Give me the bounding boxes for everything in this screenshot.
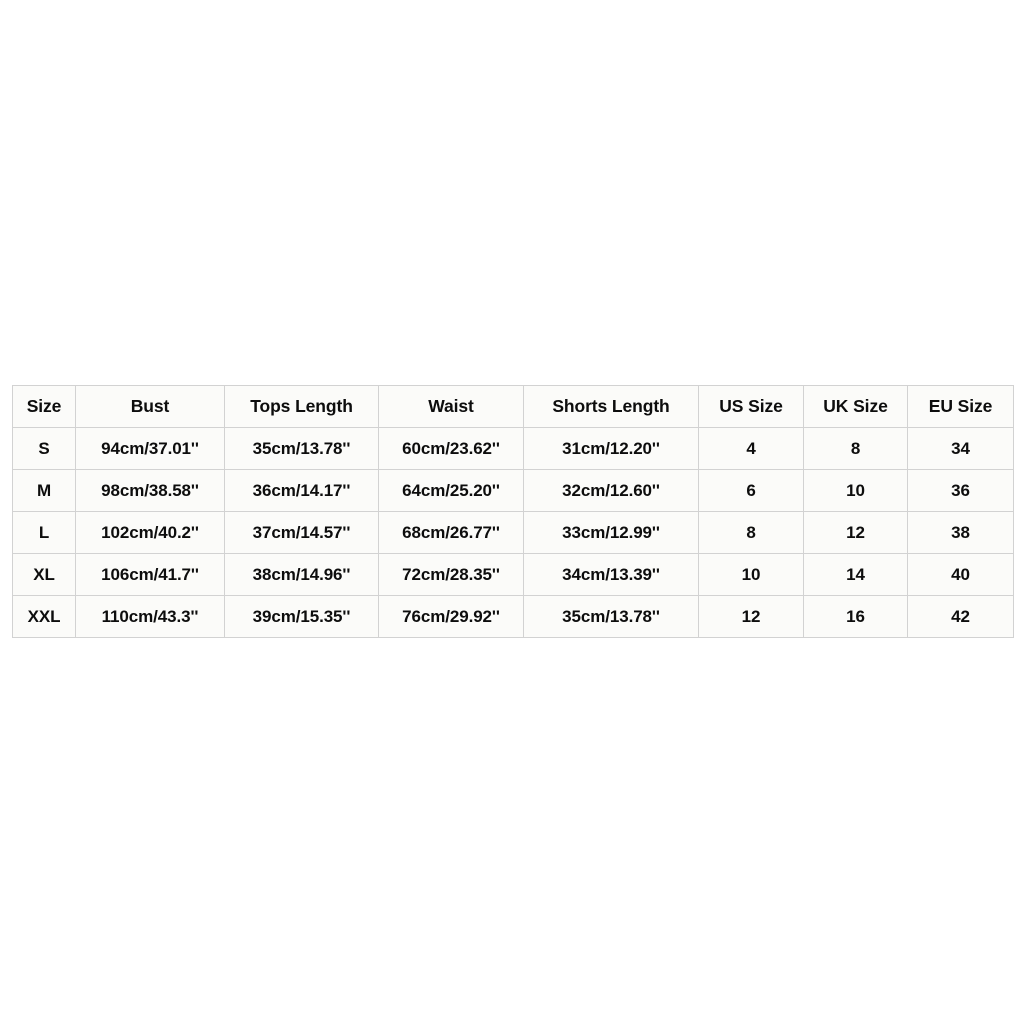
cell-bust: 106cm/41.7'' [75, 553, 225, 596]
cell-us-size: 4 [698, 427, 804, 470]
table-row: L 102cm/40.2'' 37cm/14.57'' 68cm/26.77''… [12, 511, 1014, 554]
cell-tops-length: 38cm/14.96'' [224, 553, 379, 596]
table-row: S 94cm/37.01'' 35cm/13.78'' 60cm/23.62''… [12, 427, 1014, 470]
cell-waist: 64cm/25.20'' [378, 469, 524, 512]
column-header-bust: Bust [75, 385, 225, 428]
size-chart-table: Size Bust Tops Length Waist Shorts Lengt… [12, 385, 1014, 638]
cell-uk-size: 14 [803, 553, 908, 596]
cell-bust: 98cm/38.58'' [75, 469, 225, 512]
cell-tops-length: 36cm/14.17'' [224, 469, 379, 512]
column-header-eu-size: EU Size [907, 385, 1014, 428]
cell-uk-size: 10 [803, 469, 908, 512]
cell-eu-size: 42 [907, 595, 1014, 638]
cell-size: S [12, 427, 76, 470]
cell-shorts-length: 35cm/13.78'' [523, 595, 699, 638]
cell-eu-size: 34 [907, 427, 1014, 470]
cell-uk-size: 8 [803, 427, 908, 470]
cell-shorts-length: 32cm/12.60'' [523, 469, 699, 512]
cell-tops-length: 35cm/13.78'' [224, 427, 379, 470]
column-header-uk-size: UK Size [803, 385, 908, 428]
table-body: S 94cm/37.01'' 35cm/13.78'' 60cm/23.62''… [12, 427, 1014, 638]
cell-us-size: 6 [698, 469, 804, 512]
cell-us-size: 10 [698, 553, 804, 596]
cell-eu-size: 40 [907, 553, 1014, 596]
cell-waist: 76cm/29.92'' [378, 595, 524, 638]
table-header: Size Bust Tops Length Waist Shorts Lengt… [12, 385, 1014, 428]
cell-waist: 60cm/23.62'' [378, 427, 524, 470]
cell-shorts-length: 31cm/12.20'' [523, 427, 699, 470]
column-header-tops-length: Tops Length [224, 385, 379, 428]
column-header-us-size: US Size [698, 385, 804, 428]
cell-us-size: 8 [698, 511, 804, 554]
cell-size: XL [12, 553, 76, 596]
table-header-row: Size Bust Tops Length Waist Shorts Lengt… [12, 385, 1014, 428]
cell-waist: 72cm/28.35'' [378, 553, 524, 596]
cell-eu-size: 38 [907, 511, 1014, 554]
table-row: XXL 110cm/43.3'' 39cm/15.35'' 76cm/29.92… [12, 595, 1014, 638]
cell-uk-size: 16 [803, 595, 908, 638]
cell-bust: 110cm/43.3'' [75, 595, 225, 638]
column-header-shorts-length: Shorts Length [523, 385, 699, 428]
cell-tops-length: 39cm/15.35'' [224, 595, 379, 638]
cell-size: M [12, 469, 76, 512]
cell-eu-size: 36 [907, 469, 1014, 512]
cell-shorts-length: 33cm/12.99'' [523, 511, 699, 554]
cell-tops-length: 37cm/14.57'' [224, 511, 379, 554]
table-row: M 98cm/38.58'' 36cm/14.17'' 64cm/25.20''… [12, 469, 1014, 512]
page-root: Size Bust Tops Length Waist Shorts Lengt… [0, 0, 1024, 1024]
cell-size: XXL [12, 595, 76, 638]
cell-bust: 94cm/37.01'' [75, 427, 225, 470]
cell-uk-size: 12 [803, 511, 908, 554]
cell-bust: 102cm/40.2'' [75, 511, 225, 554]
size-chart-container: Size Bust Tops Length Waist Shorts Lengt… [12, 385, 1014, 638]
table-row: XL 106cm/41.7'' 38cm/14.96'' 72cm/28.35'… [12, 553, 1014, 596]
column-header-size: Size [12, 385, 76, 428]
cell-waist: 68cm/26.77'' [378, 511, 524, 554]
cell-us-size: 12 [698, 595, 804, 638]
column-header-waist: Waist [378, 385, 524, 428]
cell-shorts-length: 34cm/13.39'' [523, 553, 699, 596]
cell-size: L [12, 511, 76, 554]
